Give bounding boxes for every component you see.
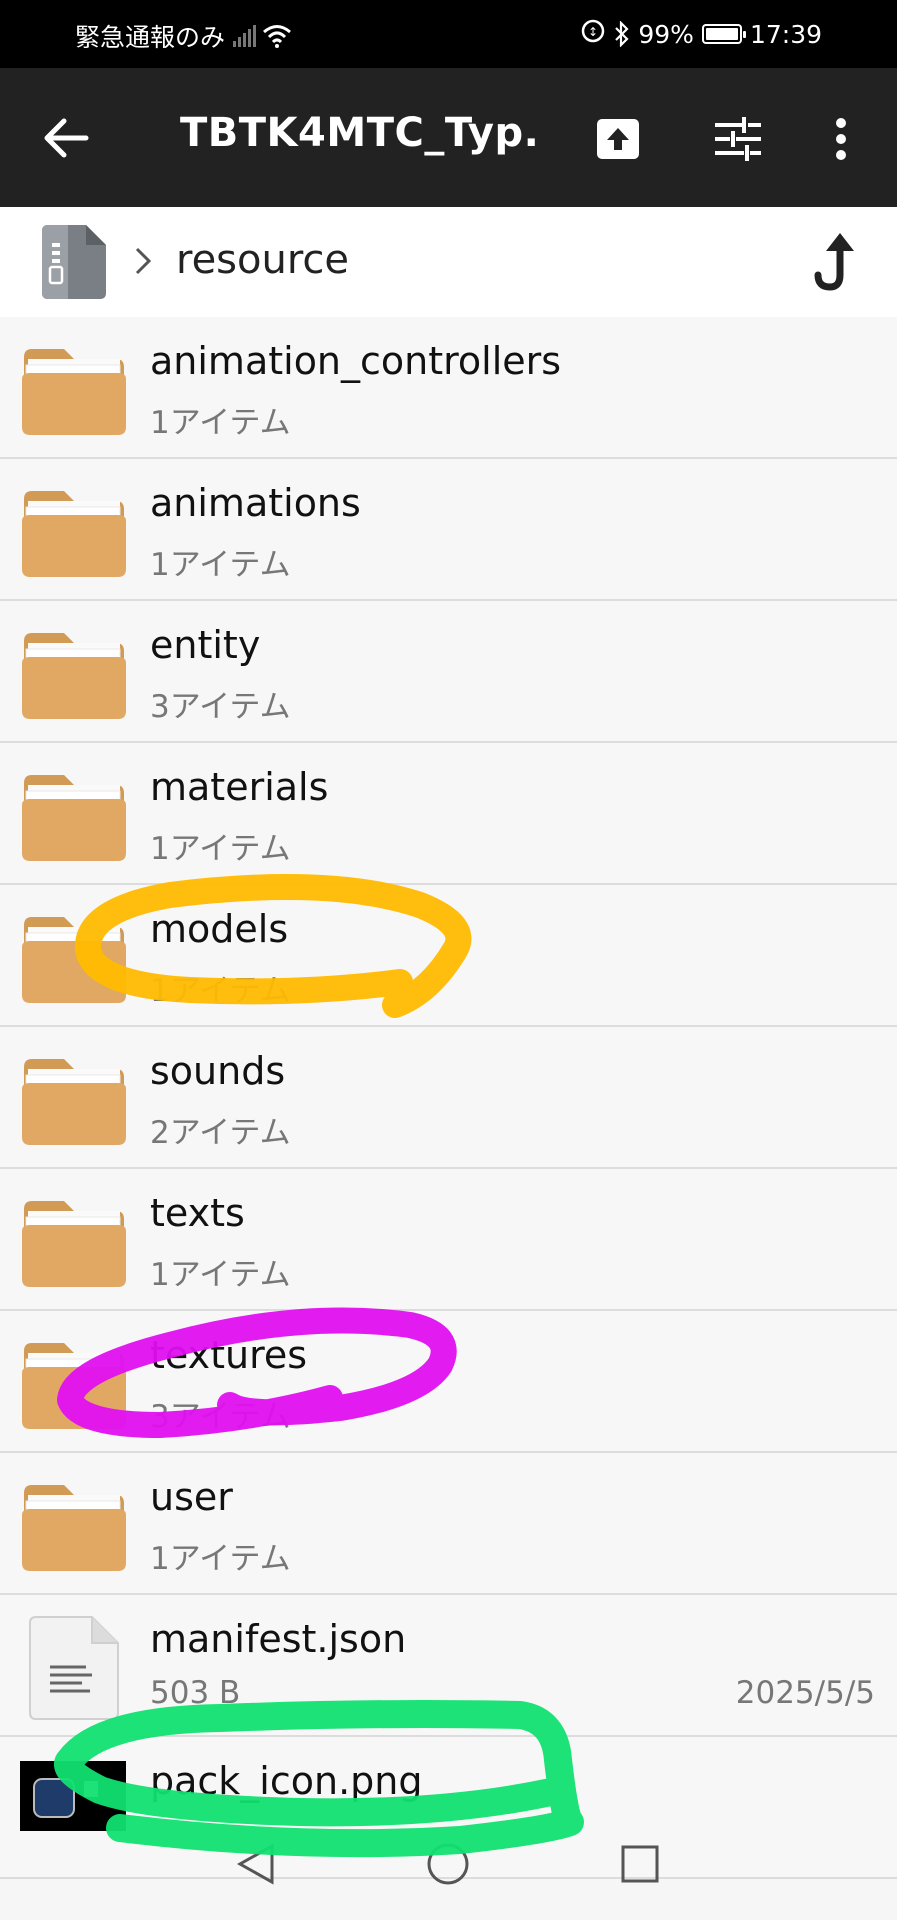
item-name: animation_controllers	[150, 339, 562, 383]
item-name: sounds	[150, 1049, 286, 1093]
folder-icon	[18, 623, 130, 721]
status-bar: 緊急通報のみ ↕ 99% 17:39	[0, 0, 897, 68]
item-name: manifest.json	[150, 1617, 407, 1661]
extract-button[interactable]	[592, 113, 644, 165]
item-meta: 3アイテム	[150, 1399, 291, 1435]
square-recents-icon	[621, 1845, 659, 1883]
battery-icon	[701, 24, 746, 44]
folder-icon	[18, 1475, 130, 1573]
folder-row[interactable]: animation_controllers 1アイテム	[0, 317, 897, 459]
arrow-left-icon	[44, 118, 89, 158]
zip-file-icon[interactable]	[38, 221, 110, 301]
file-row[interactable]: manifest.json 503 B 2025/5/5	[0, 1595, 897, 1737]
navigation-bar	[0, 1812, 897, 1920]
filter-button[interactable]	[712, 113, 764, 165]
chevron-right-icon	[135, 247, 152, 275]
item-meta: 1アイテム	[150, 831, 291, 867]
clock: 17:39	[749, 19, 822, 49]
archive-extract-icon	[597, 119, 639, 159]
item-name: user	[150, 1475, 233, 1519]
status-right: ↕ 99% 17:39	[580, 18, 822, 50]
folder-icon	[18, 1333, 130, 1431]
folder-icon	[18, 1049, 130, 1147]
item-meta: 1アイテム	[150, 973, 291, 1009]
folder-icon	[18, 1191, 130, 1289]
folder-icon	[18, 481, 130, 579]
item-meta: 2アイテム	[150, 1115, 291, 1151]
item-date: 2025/5/5	[735, 1675, 875, 1711]
document-icon	[22, 1611, 126, 1723]
folder-icon	[18, 765, 130, 863]
folder-row[interactable]: animations 1アイテム	[0, 459, 897, 601]
folder-row[interactable]: textures 3アイテム	[0, 1311, 897, 1453]
battery-percent: 99%	[638, 19, 694, 49]
circle-home-icon	[427, 1843, 469, 1885]
folder-row[interactable]: materials 1アイテム	[0, 743, 897, 885]
folder-row[interactable]: entity 3アイテム	[0, 601, 897, 743]
svg-text:↕: ↕	[588, 25, 598, 39]
item-name: texts	[150, 1191, 245, 1235]
data-saver-icon: ↕	[580, 18, 606, 50]
parent-folder-button[interactable]	[810, 231, 856, 291]
folder-row[interactable]: texts 1アイテム	[0, 1169, 897, 1311]
page-title: TBTK4MTC_Typ...	[180, 110, 540, 156]
breadcrumb-path[interactable]: resource	[176, 237, 349, 283]
item-meta: 3アイテム	[150, 689, 291, 725]
item-name: models	[150, 907, 289, 951]
folder-icon	[18, 339, 130, 437]
folder-icon	[18, 907, 130, 1005]
sliders-icon	[715, 117, 761, 161]
bluetooth-icon	[614, 21, 630, 47]
wifi-icon	[262, 24, 292, 48]
nav-home-button[interactable]	[424, 1840, 472, 1888]
item-name: materials	[150, 765, 329, 809]
nav-back-button[interactable]	[232, 1840, 280, 1888]
more-vertical-icon	[836, 118, 846, 160]
folder-row[interactable]: sounds 2アイテム	[0, 1027, 897, 1169]
folder-row[interactable]: models 1アイテム	[0, 885, 897, 1027]
item-meta: 503 B	[150, 1675, 241, 1711]
up-arrow-icon	[814, 233, 854, 291]
carrier-text: 緊急通報のみ	[75, 23, 226, 52]
item-name: entity	[150, 623, 261, 667]
breadcrumb: resource	[0, 207, 897, 319]
nav-recents-button[interactable]	[616, 1840, 664, 1888]
battery-fill	[705, 28, 738, 40]
item-meta: 1アイテム	[150, 1257, 291, 1293]
app-bar: TBTK4MTC_Typ...	[0, 68, 897, 207]
signal-icon	[233, 25, 257, 47]
item-meta: 1アイテム	[150, 547, 291, 583]
item-name: animations	[150, 481, 361, 525]
item-meta: 1アイテム	[150, 405, 291, 441]
triangle-back-icon	[236, 1843, 274, 1885]
file-list: animation_controllers 1アイテム animations 1アイ…	[0, 317, 897, 1879]
item-name: textures	[150, 1333, 308, 1377]
folder-row[interactable]: user 1アイテム	[0, 1453, 897, 1595]
more-options-button[interactable]	[815, 113, 867, 165]
item-meta: 1アイテム	[150, 1541, 291, 1577]
item-name: pack_icon.png	[150, 1759, 423, 1803]
status-left: 緊急通報のみ	[75, 18, 292, 54]
back-button[interactable]	[42, 116, 90, 160]
